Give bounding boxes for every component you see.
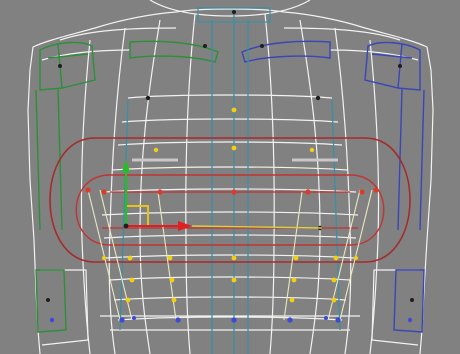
control-points[interactable] — [46, 10, 414, 323]
neckline — [175, 8, 285, 13]
pivot-point-icon — [123, 223, 129, 229]
wireframe-canvas[interactable] — [0, 0, 460, 354]
torso-mesh[interactable] — [27, 0, 434, 354]
3d-viewport[interactable] — [0, 0, 460, 354]
right-arm-shell[interactable] — [241, 40, 425, 333]
move-gizmo-icon[interactable] — [122, 160, 323, 231]
waist-controller[interactable] — [49, 137, 411, 263]
waist-ring-outer — [49, 137, 411, 263]
